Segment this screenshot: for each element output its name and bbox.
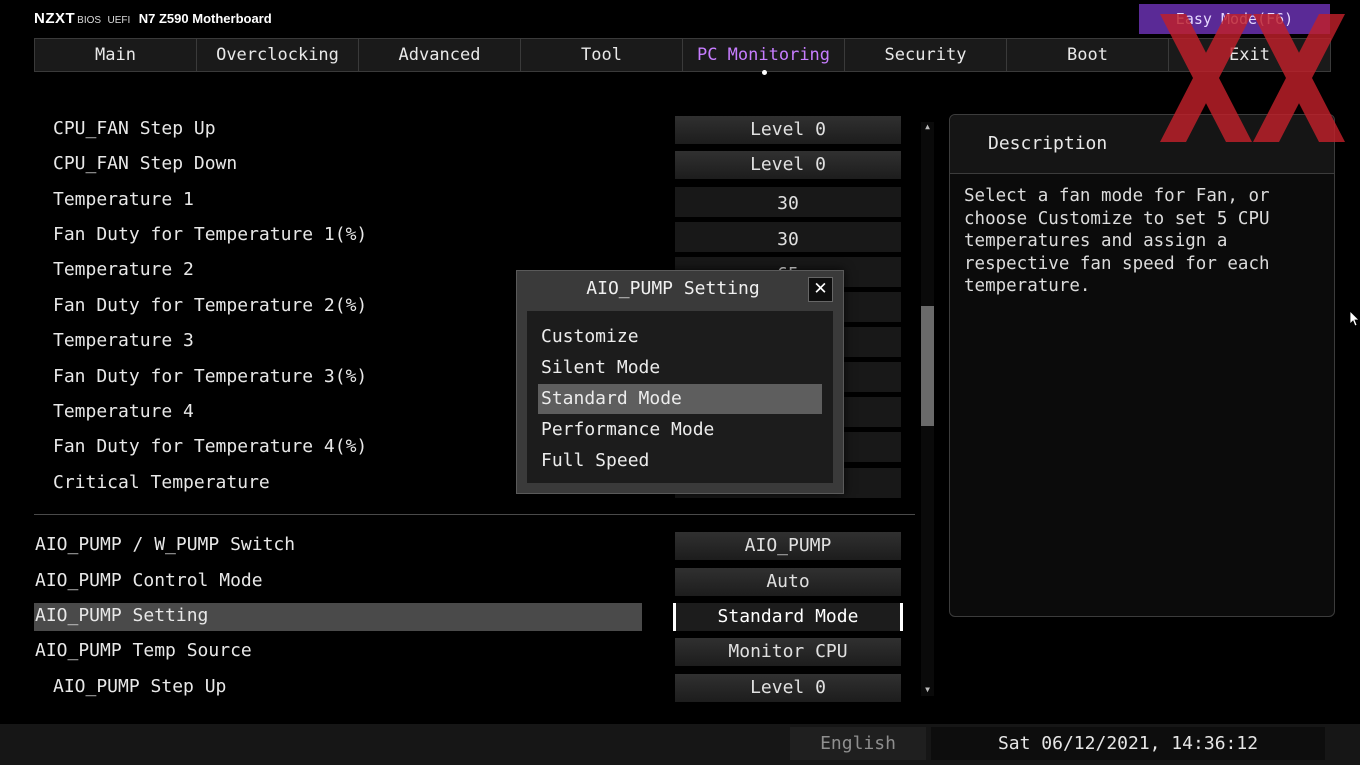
setting-label-pump-temp-source[interactable]: AIO_PUMP Temp Source [35,640,252,661]
uefi-label: UEFI [107,15,131,26]
scroll-up-arrow-icon[interactable]: ▲ [921,122,934,132]
setting-label-critical-temperature[interactable]: Critical Temperature [53,472,270,493]
tab-overclocking[interactable]: Overclocking [197,39,359,71]
tab-pc-monitoring[interactable]: PC Monitoring [683,39,845,75]
dialog-title: AIO_PUMP Setting [586,278,760,299]
tab-advanced[interactable]: Advanced [359,39,521,71]
setting-value-pump-switch[interactable]: AIO_PUMP [675,532,901,560]
setting-value-fan-duty-1[interactable]: 30 [675,222,901,252]
motherboard-model: N7 Z590 Motherboard [138,11,272,26]
setting-value-pump-setting[interactable]: Standard Mode [673,603,903,631]
description-text: Select a fan mode for Fan, or choose Cus… [964,186,1270,296]
setting-value-pump-control-mode[interactable]: Auto [675,568,901,596]
setting-value-temperature-1[interactable]: 30 [675,187,901,217]
setting-label-temperature-4[interactable]: Temperature 4 [53,401,194,422]
tab-boot[interactable]: Boot [1007,39,1169,71]
main-tabs: Main Overclocking Advanced Tool PC Monit… [34,38,1331,75]
watermark-logo-icon [1160,14,1345,142]
option-standard-mode[interactable]: Standard Mode [538,384,822,414]
option-performance-mode[interactable]: Performance Mode [538,415,822,445]
setting-label-fan-duty-1[interactable]: Fan Duty for Temperature 1(%) [53,224,367,245]
setting-label-pump-control-mode[interactable]: AIO_PUMP Control Mode [35,570,263,591]
setting-label-pump-step-up[interactable]: AIO_PUMP Step Up [53,676,226,697]
option-silent-mode[interactable]: Silent Mode [538,353,822,383]
setting-label-cpu-fan-step-up[interactable]: CPU_FAN Step Up [53,118,216,139]
setting-value-pump-temp-source[interactable]: Monitor CPU [675,638,901,666]
setting-label-fan-duty-3[interactable]: Fan Duty for Temperature 3(%) [53,366,367,387]
option-full-speed[interactable]: Full Speed [538,446,822,476]
date-time-display: Sat 06/12/2021, 14:36:12 [931,727,1325,760]
option-customize[interactable]: Customize [538,322,822,352]
setting-value-cpu-fan-step-down[interactable]: Level 0 [675,151,901,179]
setting-label-temperature-2[interactable]: Temperature 2 [53,259,194,280]
setting-label-fan-duty-4[interactable]: Fan Duty for Temperature 4(%) [53,436,367,457]
tab-security[interactable]: Security [845,39,1007,71]
brand-name: NZXT [34,10,76,27]
setting-label-pump-setting[interactable]: AIO_PUMP Setting [35,605,208,626]
description-title: Description [988,133,1108,154]
close-icon[interactable]: ✕ [808,277,833,302]
section-divider [34,514,915,515]
setting-value-pump-step-up[interactable]: Level 0 [675,674,901,702]
language-selector[interactable]: English [790,727,926,760]
setting-label-cpu-fan-step-down[interactable]: CPU_FAN Step Down [53,153,237,174]
setting-label-temperature-3[interactable]: Temperature 3 [53,330,194,351]
setting-value-cpu-fan-step-up[interactable]: Level 0 [675,116,901,144]
scrollbar-thumb[interactable] [921,306,934,426]
tab-tool[interactable]: Tool [521,39,683,71]
brand-logo: NZXT BIOS UEFI N7 Z590 Motherboard [34,10,272,28]
setting-label-pump-switch[interactable]: AIO_PUMP / W_PUMP Switch [35,534,295,555]
bios-label: BIOS [77,15,102,26]
mouse-cursor-icon [1350,311,1360,327]
tab-main[interactable]: Main [35,39,197,71]
setting-label-fan-duty-2[interactable]: Fan Duty for Temperature 2(%) [53,295,367,316]
setting-label-temperature-1[interactable]: Temperature 1 [53,189,194,210]
scroll-down-arrow-icon[interactable]: ▼ [921,685,934,695]
